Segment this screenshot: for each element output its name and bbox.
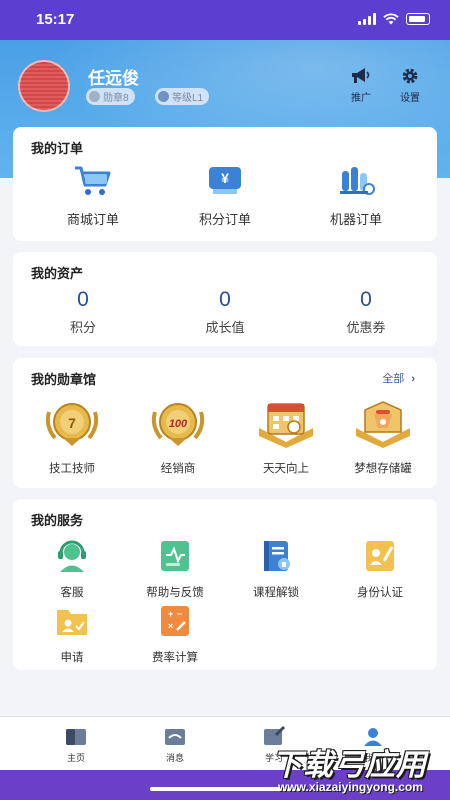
shopping-cart-icon — [75, 166, 111, 195]
medals-card: 我的勋章馆 全部 › 7 技工技师 100 经销商 天天向上 梦想存储罐 — [13, 358, 437, 488]
level-label: 等级L1 — [172, 93, 204, 104]
service-help-feedback-label: 帮助与反馈 — [146, 587, 204, 599]
gold-medal-100-icon: 100 — [151, 403, 205, 446]
promote-label: 推广 — [351, 93, 371, 104]
asset-coupons-label: 优惠券 — [346, 320, 386, 335]
medal-item-technician-label: 技工技师 — [49, 463, 95, 475]
watermark: 下载弓应用 www.xiazaiyingyong.com — [272, 740, 450, 796]
points-yen-icon: ¥ — [209, 167, 241, 194]
gold-medal-7-icon: 7 — [45, 403, 99, 446]
medals-view-all-link[interactable]: 全部 › — [382, 370, 415, 386]
home-icon — [66, 729, 86, 745]
order-item-mall[interactable]: 商城订单 — [53, 163, 133, 228]
machine-icon — [340, 167, 375, 195]
settings-label: 设置 — [400, 93, 420, 104]
settings-button[interactable]: 设置 — [395, 66, 425, 104]
service-application[interactable]: 申请 — [37, 604, 107, 665]
asset-points[interactable]: 0 积分 — [43, 288, 123, 336]
service-customer-service-label: 客服 — [60, 587, 84, 599]
service-identity-verify-label: 身份认证 — [357, 587, 403, 599]
status-time: 15:17 — [36, 11, 75, 28]
medal-item-dealer-label: 经销商 — [160, 463, 196, 475]
asset-growth-label: 成长值 — [205, 320, 245, 335]
order-item-points[interactable]: ¥ 积分订单 — [185, 163, 265, 228]
user-name: 任远俊 — [88, 69, 139, 88]
medal-item-dream-jar-label: 梦想存储罐 — [354, 463, 412, 475]
help-feedback-icon — [161, 541, 189, 571]
service-rate-calculator[interactable]: + − × 费率计算 — [140, 604, 210, 665]
tab-home[interactable]: 主页 — [46, 725, 106, 764]
svg-text:+: + — [168, 609, 173, 619]
service-help-feedback[interactable]: 帮助与反馈 — [140, 539, 210, 600]
watermark-url: www.xiazaiyingyong.com — [278, 780, 423, 794]
medal-badge-icon — [89, 91, 100, 102]
piggy-bank-medal-icon — [356, 401, 410, 448]
assets-card: 我的资产 0 积分 0 成长值 0 优惠券 — [13, 252, 437, 346]
watermark-text: 下载弓应用 — [272, 749, 427, 782]
status-bar: 15:17 — [0, 0, 450, 40]
gear-icon — [402, 68, 418, 84]
avatar[interactable] — [18, 60, 70, 112]
service-course-unlock[interactable]: 课程解锁 — [241, 539, 311, 600]
wifi-icon — [383, 13, 399, 25]
tab-messages-label: 消息 — [165, 753, 184, 763]
medals-view-all-label: 全部 — [382, 373, 405, 385]
message-icon — [165, 729, 185, 745]
services-title: 我的服务 — [31, 513, 84, 528]
svg-text:7: 7 — [68, 415, 76, 431]
svg-text:¥: ¥ — [221, 170, 229, 186]
battery-icon — [406, 13, 430, 25]
asset-coupons[interactable]: 0 优惠券 — [326, 288, 406, 336]
promote-button[interactable]: 推广 — [346, 66, 376, 104]
application-folder-icon — [57, 610, 87, 635]
service-identity-verify[interactable]: 身份认证 — [343, 539, 417, 600]
megaphone-icon — [352, 68, 370, 83]
tab-messages[interactable]: 消息 — [145, 725, 205, 764]
service-application-label: 申请 — [60, 652, 84, 664]
medal-item-dream-jar[interactable]: 梦想存储罐 — [343, 398, 423, 476]
medal-item-daily-label: 天天向上 — [263, 463, 309, 475]
asset-points-value: 0 — [77, 288, 89, 311]
medal-count-label: 勋章8 — [103, 93, 129, 104]
assets-title: 我的资产 — [31, 266, 84, 281]
chevron-right-icon: › — [411, 373, 415, 385]
order-item-mall-label: 商城订单 — [66, 212, 119, 227]
asset-growth[interactable]: 0 成长值 — [185, 288, 265, 336]
asset-growth-value: 0 — [219, 288, 231, 311]
service-course-unlock-label: 课程解锁 — [253, 587, 299, 599]
svg-text:100: 100 — [169, 418, 188, 430]
order-item-points-label: 积分订单 — [198, 212, 251, 227]
service-rate-calculator-label: 费率计算 — [152, 652, 198, 664]
medals-title: 我的勋章馆 — [31, 372, 97, 387]
order-item-machine-label: 机器订单 — [329, 212, 382, 227]
customer-service-icon — [58, 540, 86, 572]
orders-card: 我的订单 商城订单 ¥ 积分订单 机器订单 — [13, 127, 437, 241]
identity-verify-icon — [366, 541, 394, 571]
service-customer-service[interactable]: 客服 — [37, 539, 107, 600]
medal-item-dealer[interactable]: 100 经销商 — [141, 398, 215, 476]
cellular-signal-icon — [358, 13, 376, 25]
level-badge-icon — [158, 91, 169, 102]
order-item-machine[interactable]: 机器订单 — [316, 163, 396, 228]
level-badge[interactable]: 等级L1 — [155, 88, 210, 105]
course-unlock-icon — [264, 541, 290, 571]
medal-item-technician[interactable]: 7 技工技师 — [35, 398, 109, 476]
tab-home-label: 主页 — [66, 753, 85, 763]
services-card: 我的服务 客服 帮助与反馈 课程解锁 身份认证 申请 + − × 费率计算 — [13, 499, 437, 670]
orders-title: 我的订单 — [31, 141, 84, 156]
calendar-medal-icon — [259, 403, 313, 448]
rate-calculator-icon: + − × — [161, 606, 189, 636]
medal-item-daily[interactable]: 天天向上 — [249, 398, 323, 476]
asset-points-label: 积分 — [69, 320, 96, 335]
medal-count-badge[interactable]: 勋章8 — [86, 88, 135, 105]
asset-coupons-value: 0 — [360, 288, 372, 311]
svg-text:−: − — [177, 609, 182, 619]
status-icons — [358, 13, 430, 25]
svg-text:×: × — [168, 621, 173, 631]
